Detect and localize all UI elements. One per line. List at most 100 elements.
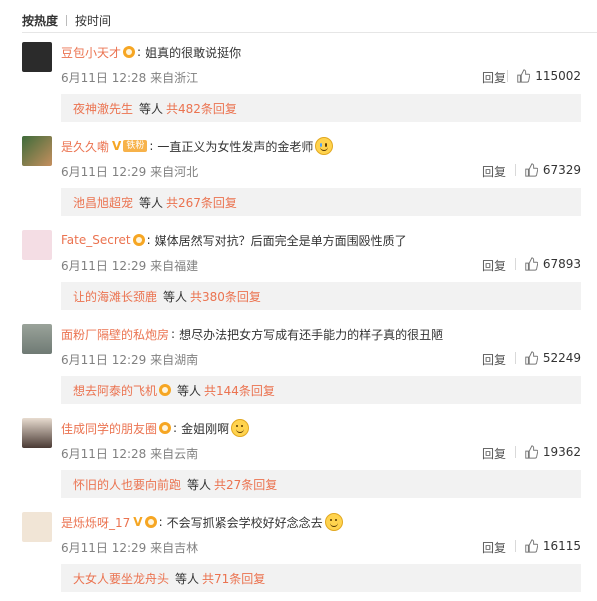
comment-date: 6月11日 12:29: [61, 353, 147, 367]
avatar[interactable]: [22, 418, 52, 448]
reply-count-link[interactable]: 共482条回复: [166, 100, 237, 117]
reply-count-link[interactable]: 共144条回复: [204, 382, 275, 399]
reply-count-link[interactable]: 共267条回复: [166, 194, 237, 211]
reply-others-text: 等人: [139, 101, 164, 116]
like-divider: [514, 258, 516, 270]
sort-by-hot-tab[interactable]: 按热度: [22, 12, 58, 29]
like-count: 52249: [542, 351, 581, 365]
username-link[interactable]: 佳成同学的朋友圈: [61, 420, 157, 437]
like-button[interactable]: 19362: [514, 445, 581, 459]
smile-emoji-icon: [324, 513, 343, 531]
username-link[interactable]: 是烁烁呀_17: [61, 514, 130, 531]
reply-username-link[interactable]: 想去阿泰的飞机: [73, 382, 157, 399]
sub-replies-box[interactable]: 让的海滩长颈鹿 等人 共380条回复: [61, 282, 581, 310]
like-divider: [514, 446, 516, 458]
reply-count-link[interactable]: 共380条回复: [190, 288, 261, 305]
username-link[interactable]: 是久久嘞: [61, 138, 109, 155]
thumbs-up-icon: [517, 69, 531, 83]
comment-meta-row: 6月11日 12:29 来自河北 回复 67329: [61, 163, 581, 179]
fan-level-badge: 铁粉: [123, 140, 148, 152]
username-link[interactable]: 面粉厂隔壁的私炮房: [61, 326, 169, 343]
reply-button[interactable]: 回复: [482, 257, 506, 274]
reply-username-link[interactable]: 夜神澈先生: [73, 100, 133, 117]
reply-count-link[interactable]: 共71条回复: [202, 570, 265, 587]
like-divider: [507, 70, 509, 82]
sub-replies-box[interactable]: 大女人要坐龙舟头 等人 共71条回复: [61, 564, 581, 592]
comment-item: Fate_Secret : 媒体居然写对抗？后面完全是单方面围殴性质了 6月11…: [0, 224, 597, 318]
comment-text: 媒体居然写对抗？后面完全是单方面围殴性质了: [154, 233, 407, 248]
reply-others-text: 等人: [163, 289, 188, 304]
comment-location: 来自湖南: [150, 353, 199, 367]
member-badge-icon: [132, 234, 145, 246]
comment-location: 来自福建: [150, 259, 199, 273]
like-button[interactable]: 52249: [514, 351, 581, 365]
like-button[interactable]: 115002: [507, 69, 581, 83]
colon: :: [137, 45, 142, 59]
avatar[interactable]: [22, 230, 52, 260]
comment-date: 6月11日 12:29: [61, 541, 147, 555]
comment-location: 来自吉林: [150, 541, 199, 555]
like-count: 67893: [542, 257, 581, 271]
sort-bar: 按热度 按时间: [22, 10, 111, 30]
comment-meta-row: 6月11日 12:29 来自吉林 回复 16115: [61, 539, 581, 555]
reply-username-link[interactable]: 让的海滩长颈鹿: [73, 288, 157, 305]
thumbs-up-icon: [525, 539, 538, 553]
comment-location: 来自河北: [150, 165, 199, 179]
sub-replies-box[interactable]: 怀旧的人也要向前跑 等人 共27条回复: [61, 470, 581, 498]
comment-line: 面粉厂隔壁的私炮房 : 想尽办法把女方写成有还手能力的样子真的很丑陋: [61, 325, 443, 343]
comment-item: 佳成同学的朋友圈 : 金姐刚啊 6月11日 12:28 来自云南 回复 1936…: [0, 412, 597, 506]
comment-text: 金姐刚啊: [181, 421, 230, 436]
member-badge-icon: [123, 46, 136, 58]
member-badge-icon: [159, 422, 172, 434]
sub-replies-box[interactable]: 想去阿泰的飞机 等人 共144条回复: [61, 376, 581, 404]
colon: :: [158, 515, 163, 529]
reply-others-text: 等人: [177, 383, 202, 398]
colon: :: [171, 327, 176, 341]
comment-meta: 6月11日 12:29 来自福建: [61, 257, 198, 274]
comment-item: 是久久嘞 V 铁粉 : 一直正义为女性发声的金老师 6月11日 12:29 来自…: [0, 130, 597, 224]
comment-text: 想尽办法把女方写成有还手能力的样子真的很丑陋: [179, 327, 444, 342]
comment-meta-row: 6月11日 12:28 来自云南 回复 19362: [61, 445, 581, 461]
username-link[interactable]: Fate_Secret: [61, 233, 131, 247]
comment-date: 6月11日 12:29: [61, 165, 147, 179]
reply-button[interactable]: 回复: [482, 69, 506, 86]
reply-count-link[interactable]: 共27条回复: [214, 476, 277, 493]
avatar[interactable]: [22, 136, 52, 166]
like-divider: [514, 540, 516, 552]
colon: :: [149, 139, 154, 153]
sort-by-time-tab[interactable]: 按时间: [75, 12, 111, 29]
sort-bar-divider: [22, 32, 597, 33]
avatar[interactable]: [22, 42, 52, 72]
like-count: 67329: [542, 163, 581, 177]
comment-date: 6月11日 12:29: [61, 259, 147, 273]
comment-item: 豆包小天才 : 姐真的很敢说挺你 6月11日 12:28 来自浙江 回复 115…: [0, 36, 597, 130]
like-count: 19362: [542, 445, 581, 459]
like-button[interactable]: 67893: [514, 257, 581, 271]
reply-button[interactable]: 回复: [482, 539, 506, 556]
reply-button[interactable]: 回复: [482, 445, 506, 462]
avatar[interactable]: [22, 324, 52, 354]
comment-line: 是烁烁呀_17 V : 不会写抓紧会学校好好念念去: [61, 513, 343, 531]
cry-emoji-icon: [315, 137, 334, 155]
sub-replies-box[interactable]: 夜神澈先生 等人 共482条回复: [61, 94, 581, 122]
comment-meta-row: 6月11日 12:29 来自湖南 回复 52249: [61, 351, 581, 367]
like-count: 16115: [542, 539, 581, 553]
comment-line: 是久久嘞 V 铁粉 : 一直正义为女性发声的金老师: [61, 137, 334, 155]
comment-text: 姐真的很敢说挺你: [145, 45, 242, 60]
member-badge-icon: [159, 384, 172, 396]
username-link[interactable]: 豆包小天才: [61, 44, 121, 61]
like-button[interactable]: 67329: [514, 163, 581, 177]
like-divider: [514, 164, 516, 176]
reply-username-link[interactable]: 池昌旭超宠: [73, 194, 133, 211]
sort-divider: [66, 14, 68, 26]
like-button[interactable]: 16115: [514, 539, 581, 553]
comment-meta: 6月11日 12:29 来自河北: [61, 163, 198, 180]
sub-replies-box[interactable]: 池昌旭超宠 等人 共267条回复: [61, 188, 581, 216]
reply-others-text: 等人: [139, 195, 164, 210]
reply-button[interactable]: 回复: [482, 351, 506, 368]
reply-username-link[interactable]: 大女人要坐龙舟头: [73, 570, 169, 587]
reply-button[interactable]: 回复: [482, 163, 506, 180]
reply-username-link[interactable]: 怀旧的人也要向前跑: [73, 476, 181, 493]
avatar[interactable]: [22, 512, 52, 542]
like-count: 115002: [535, 69, 581, 83]
